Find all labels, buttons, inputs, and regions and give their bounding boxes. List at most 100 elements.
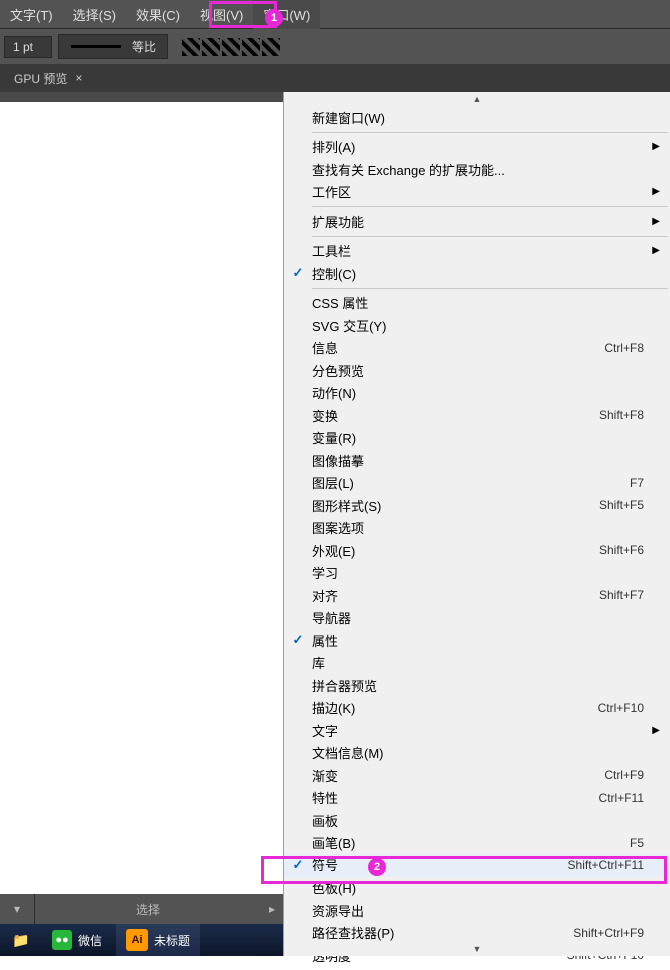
stroke-profile-field[interactable]: 等比 [58, 34, 168, 59]
annotation-badge-2: 2 [368, 858, 386, 876]
menu-item[interactable]: 导航器 [284, 607, 670, 630]
menu-item[interactable]: 学习 [284, 562, 670, 585]
profile-label: 等比 [132, 38, 156, 55]
menu-item[interactable]: 外观(E)Shift+F6 [284, 539, 670, 562]
menu-item-label: 扩展功能 [312, 212, 644, 231]
menu-item[interactable]: ✓符号2Shift+Ctrl+F11 [284, 854, 670, 877]
check-icon: ✓ [284, 857, 312, 873]
dash-icon [71, 45, 121, 48]
scroll-up-arrow[interactable]: ▲ [284, 92, 670, 106]
menu-item[interactable]: 图形样式(S)Shift+F5 [284, 494, 670, 517]
menu-item[interactable]: 动作(N) [284, 382, 670, 405]
menu-item-label: 色板(H) [312, 878, 644, 897]
chevron-down-icon: ▾ [14, 902, 20, 916]
menu-item[interactable]: 工具栏▶ [284, 240, 670, 263]
menu-item-label: 对齐 [312, 586, 599, 605]
menu-item[interactable]: 资源导出 [284, 899, 670, 922]
menu-item-label: 特性 [312, 788, 599, 807]
menu-item-label: 图形样式(S) [312, 496, 599, 515]
pattern-icon [182, 38, 200, 56]
menu-item-label: 分色预览 [312, 361, 644, 380]
menu-effect[interactable]: 效果(C) [126, 0, 190, 29]
submenu-arrow-icon: ▶ [644, 186, 660, 197]
menu-shortcut: Shift+Ctrl+F9 [573, 926, 644, 940]
menu-item[interactable]: 图层(L)F7 [284, 472, 670, 495]
menu-item[interactable]: 信息Ctrl+F8 [284, 337, 670, 360]
menu-item[interactable]: 链接(I) [284, 967, 670, 970]
menu-separator [312, 288, 668, 289]
menu-item[interactable]: 文档信息(M) [284, 742, 670, 765]
artboard[interactable] [0, 102, 283, 894]
scroll-down-arrow[interactable]: ▼ [284, 942, 670, 956]
menu-item[interactable]: 文字▶ [284, 719, 670, 742]
check-icon: ✓ [284, 632, 312, 648]
menu-item-label: 文档信息(M) [312, 743, 644, 762]
brush-pattern-icons[interactable] [182, 38, 282, 56]
menu-item-label: 查找有关 Exchange 的扩展功能... [312, 160, 644, 179]
menu-item-label: 渐变 [312, 766, 604, 785]
menu-item[interactable]: 路径查找器(P)Shift+Ctrl+F9 [284, 922, 670, 945]
chevron-right-icon[interactable]: ▸ [261, 902, 283, 916]
menu-item[interactable]: 图案选项 [284, 517, 670, 540]
menu-item[interactable]: 分色预览 [284, 359, 670, 382]
submenu-arrow-icon: ▶ [644, 141, 660, 152]
tool-label: 选择 [35, 901, 261, 918]
menu-shortcut: Ctrl+F8 [604, 341, 644, 355]
menu-shortcut: F7 [630, 476, 644, 490]
taskbar-illustrator[interactable]: Ai 未标题 [116, 924, 200, 956]
check-icon: ✓ [284, 265, 312, 281]
menu-item[interactable]: 特性Ctrl+F11 [284, 787, 670, 810]
canvas-ruler-area [0, 92, 283, 102]
menu-shortcut: Shift+F5 [599, 498, 644, 512]
menu-item-label: 图案选项 [312, 518, 644, 537]
menu-view[interactable]: 视图(V) [190, 0, 253, 29]
menu-item[interactable]: 排列(A)▶ [284, 136, 670, 159]
menu-item-label: 信息 [312, 338, 604, 357]
menu-item[interactable]: 变换Shift+F8 [284, 404, 670, 427]
menu-text[interactable]: 文字(T) [0, 0, 63, 29]
folder-icon: 📁 [10, 929, 32, 951]
taskbar-label: 微信 [78, 932, 102, 949]
menu-item-label: 新建窗口(W) [312, 108, 644, 127]
menu-item[interactable]: 图像描摹 [284, 449, 670, 472]
menu-item[interactable]: 查找有关 Exchange 的扩展功能... [284, 158, 670, 181]
menu-item[interactable]: 渐变Ctrl+F9 [284, 764, 670, 787]
menu-item[interactable]: 拼合器预览 [284, 674, 670, 697]
menu-item[interactable]: 画笔(B)F5 [284, 832, 670, 855]
menu-item[interactable]: 画板 [284, 809, 670, 832]
menu-item[interactable]: 变量(R) [284, 427, 670, 450]
pattern-icon [242, 38, 260, 56]
menu-select[interactable]: 选择(S) [63, 0, 126, 29]
taskbar-explorer[interactable]: 📁 [0, 924, 42, 956]
tab-close-icon[interactable]: × [75, 71, 82, 85]
document-tabs: GPU 预览 × [0, 64, 670, 92]
menu-item-label: 工具栏 [312, 241, 644, 260]
taskbar-wechat[interactable]: ●● 微信 [42, 924, 112, 956]
menu-item[interactable]: CSS 属性 [284, 292, 670, 315]
menu-item[interactable]: 对齐Shift+F7 [284, 584, 670, 607]
menu-item-label: 排列(A) [312, 137, 644, 156]
stroke-weight-field[interactable]: 1 pt [4, 36, 52, 58]
tab-label: GPU 预览 [14, 70, 67, 87]
menu-item[interactable]: 色板(H) [284, 877, 670, 900]
menu-window[interactable]: 窗口(W) [253, 0, 320, 29]
pattern-icon [202, 38, 220, 56]
menu-item[interactable]: 工作区▶ [284, 181, 670, 204]
menu-item-label: CSS 属性 [312, 293, 644, 312]
menu-item[interactable]: SVG 交互(Y) [284, 314, 670, 337]
menu-item[interactable]: 扩展功能▶ [284, 210, 670, 233]
menu-item[interactable]: ✓属性 [284, 629, 670, 652]
menu-item[interactable]: 新建窗口(W) [284, 106, 670, 129]
menu-item-label: 学习 [312, 563, 644, 582]
menu-item-label: 拼合器预览 [312, 676, 644, 695]
annotation-badge-1: 1 [265, 9, 283, 27]
menu-item[interactable]: 描边(K)Ctrl+F10 [284, 697, 670, 720]
pattern-icon [262, 38, 280, 56]
toolbar: 1 pt 等比 [0, 28, 670, 64]
menu-item[interactable]: ✓控制(C) [284, 262, 670, 285]
zoom-dropdown[interactable]: ▾ [0, 894, 35, 924]
tab-gpu-preview[interactable]: GPU 预览 × [4, 65, 92, 92]
menu-item-label: 文字 [312, 721, 644, 740]
menu-shortcut: Shift+F6 [599, 543, 644, 557]
menu-item[interactable]: 库 [284, 652, 670, 675]
